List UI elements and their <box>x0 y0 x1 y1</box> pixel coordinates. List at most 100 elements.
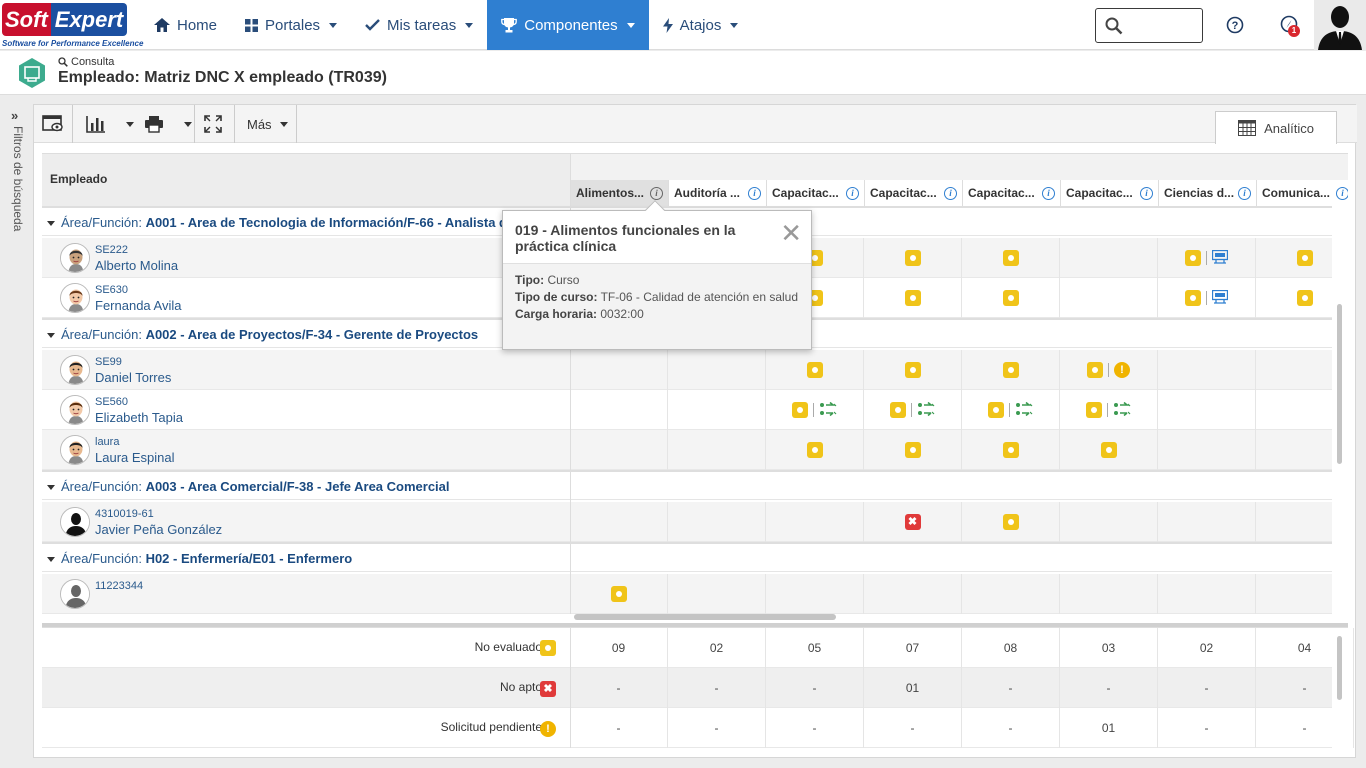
matrix-cell[interactable] <box>1060 278 1158 318</box>
column-header[interactable]: Capacitac... i <box>1061 180 1159 206</box>
matrix-cell[interactable] <box>766 430 864 470</box>
table-row[interactable]: SE99 Daniel Torres! <box>42 350 1332 390</box>
matrix-cell[interactable] <box>570 574 668 614</box>
pending-eval-icon[interactable] <box>1002 442 1019 458</box>
pending-eval-icon[interactable] <box>988 402 1004 418</box>
matrix-cell[interactable] <box>1158 350 1256 390</box>
employee-name[interactable]: Javier Peña González <box>95 522 222 537</box>
employee-name[interactable]: Laura Espinal <box>95 450 175 465</box>
pending-eval-icon[interactable] <box>1002 290 1019 306</box>
matrix-cell[interactable]: ✖ <box>864 502 962 542</box>
pending-eval-icon[interactable] <box>1087 362 1103 378</box>
matrix-cell[interactable] <box>1060 502 1158 542</box>
matrix-cell[interactable] <box>766 350 864 390</box>
nav-componentes[interactable]: Componentes <box>487 0 649 50</box>
grid-horizontal-scrollbar[interactable] <box>574 614 836 620</box>
collapse-triangle-icon[interactable] <box>47 221 55 227</box>
info-icon[interactable]: i <box>1238 186 1251 200</box>
pending-eval-icon[interactable] <box>1002 362 1019 378</box>
failed-icon[interactable]: ✖ <box>540 681 556 697</box>
pending-eval-icon[interactable] <box>1002 250 1019 266</box>
matrix-cell[interactable] <box>570 502 668 542</box>
employee-name[interactable]: Elizabeth Tapia <box>95 410 183 425</box>
matrix-cell[interactable] <box>1060 390 1158 430</box>
column-header[interactable]: Ciencias d... i <box>1159 180 1257 206</box>
column-header[interactable]: Capacitac... i <box>767 180 865 206</box>
collapse-triangle-icon[interactable] <box>47 557 55 563</box>
matrix-cell[interactable] <box>1256 278 1348 318</box>
pending-eval-icon[interactable] <box>904 250 921 266</box>
column-header[interactable]: Auditoría ... i <box>669 180 767 206</box>
fullscreen-button[interactable] <box>204 105 222 143</box>
matrix-cell[interactable] <box>864 350 962 390</box>
pending-eval-icon[interactable] <box>890 402 906 418</box>
pending-eval-icon[interactable] <box>1296 290 1313 306</box>
matrix-cell[interactable] <box>1256 350 1348 390</box>
transfer-icon[interactable] <box>1015 401 1033 420</box>
nav-mis-tareas[interactable]: Mis tareas <box>351 0 487 50</box>
pending-eval-icon[interactable] <box>1185 290 1201 306</box>
softexpert-logo[interactable]: Soft Expert Software for Performance Exce… <box>2 3 143 49</box>
matrix-cell[interactable] <box>864 238 962 278</box>
nav-atajos[interactable]: Atajos <box>649 0 753 50</box>
collapse-triangle-icon[interactable] <box>47 485 55 491</box>
matrix-cell[interactable] <box>766 502 864 542</box>
failed-icon[interactable]: ✖ <box>904 514 921 530</box>
column-header[interactable]: Capacitac... i <box>963 180 1061 206</box>
matrix-cell[interactable] <box>864 574 962 614</box>
matrix-cell[interactable] <box>1158 430 1256 470</box>
matrix-cell[interactable] <box>962 574 1060 614</box>
matrix-cell[interactable] <box>1158 278 1256 318</box>
filters-sidebar[interactable]: » Filtros de búsqueda <box>0 96 33 768</box>
matrix-cell[interactable] <box>864 278 962 318</box>
info-icon[interactable]: i <box>1140 186 1153 200</box>
info-icon[interactable]: i <box>1336 186 1348 200</box>
warning-icon[interactable]: ! <box>540 721 556 737</box>
warning-icon[interactable]: ! <box>1114 362 1130 378</box>
pending-eval-icon[interactable] <box>904 290 921 306</box>
pending-eval-icon[interactable] <box>1086 402 1102 418</box>
close-icon[interactable]: ✕ <box>780 221 802 247</box>
matrix-cell[interactable] <box>1158 502 1256 542</box>
info-icon[interactable]: i <box>650 186 663 200</box>
tab-analitico[interactable]: Analítico <box>1215 111 1337 144</box>
pending-eval-icon[interactable] <box>1185 250 1201 266</box>
matrix-cell[interactable] <box>962 350 1060 390</box>
training-icon[interactable] <box>1211 249 1229 267</box>
matrix-cell[interactable] <box>1060 238 1158 278</box>
transfer-icon[interactable] <box>819 401 837 420</box>
matrix-cell[interactable] <box>668 430 766 470</box>
info-icon[interactable]: i <box>748 186 761 200</box>
matrix-cell[interactable]: ! <box>1060 350 1158 390</box>
matrix-cell[interactable] <box>1060 574 1158 614</box>
info-icon[interactable]: i <box>846 186 859 200</box>
employee-name[interactable]: Fernanda Avila <box>95 298 182 313</box>
matrix-cell[interactable] <box>570 350 668 390</box>
help-button[interactable]: ? <box>1226 16 1244 37</box>
transfer-icon[interactable] <box>1113 401 1131 420</box>
matrix-cell[interactable] <box>864 390 962 430</box>
matrix-cell[interactable] <box>668 350 766 390</box>
matrix-cell[interactable] <box>1158 238 1256 278</box>
matrix-cell[interactable] <box>668 502 766 542</box>
user-avatar[interactable] <box>1314 0 1366 50</box>
employee-name[interactable]: Daniel Torres <box>95 370 171 385</box>
info-icon[interactable]: i <box>1042 186 1055 200</box>
table-row[interactable]: 11223344 <box>42 574 1332 614</box>
pending-eval-icon[interactable] <box>904 442 921 458</box>
info-icon[interactable]: i <box>944 186 957 200</box>
matrix-cell[interactable] <box>1256 238 1348 278</box>
view-button[interactable] <box>42 105 64 143</box>
pending-eval-icon[interactable] <box>792 402 808 418</box>
expand-chevron-icon[interactable]: » <box>11 108 18 123</box>
matrix-cell[interactable] <box>668 390 766 430</box>
chart-button[interactable] <box>86 105 134 143</box>
matrix-cell[interactable] <box>962 278 1060 318</box>
matrix-cell[interactable] <box>864 430 962 470</box>
matrix-cell[interactable] <box>766 390 864 430</box>
grid-vertical-scrollbar[interactable] <box>1337 304 1342 464</box>
table-row[interactable]: 4310019-61 Javier Peña González ✖ <box>42 502 1332 542</box>
pending-eval-icon[interactable] <box>610 586 627 602</box>
nav-portales[interactable]: Portales <box>231 0 351 50</box>
matrix-cell[interactable] <box>570 390 668 430</box>
